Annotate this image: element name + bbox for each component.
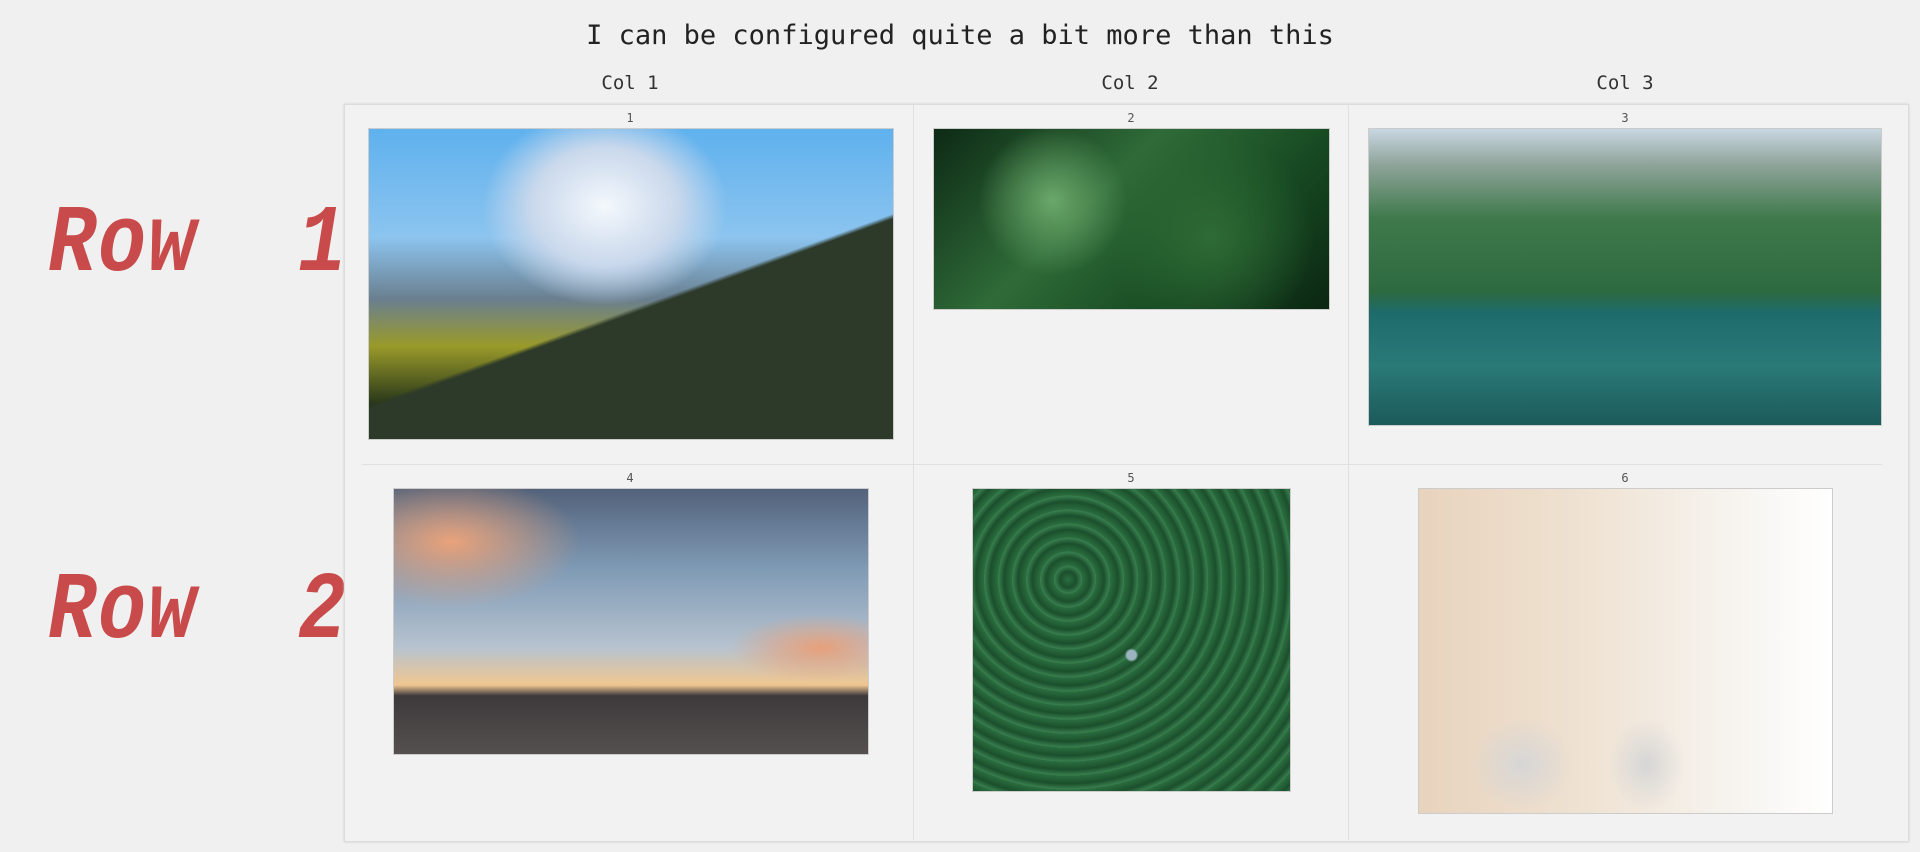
page-title: I can be configured quite a bit more tha… xyxy=(586,20,1334,51)
column-header-2: Col 2 xyxy=(1101,72,1159,94)
cell-number: 4 xyxy=(626,471,634,485)
sunset-sea-image xyxy=(393,488,869,755)
mountain-lake-image xyxy=(1368,128,1882,426)
cell-number: 3 xyxy=(1621,111,1629,125)
mountain-road-image xyxy=(368,128,894,440)
cell-number: 2 xyxy=(1127,111,1135,125)
row-label-1: Row 1 xyxy=(48,190,349,301)
cell-number: 1 xyxy=(626,111,634,125)
column-header-3: Col 3 xyxy=(1596,72,1654,94)
jungle-leaves-image xyxy=(933,128,1330,310)
column-divider xyxy=(1348,104,1349,840)
plane-in-forest-image xyxy=(972,488,1291,792)
column-header-1: Col 1 xyxy=(601,72,659,94)
cell-number: 6 xyxy=(1621,471,1629,485)
row-label-2: Row 2 xyxy=(48,557,349,668)
office-interior-image xyxy=(1418,488,1833,814)
row-divider xyxy=(362,464,1882,465)
column-divider xyxy=(913,104,914,840)
cell-number: 5 xyxy=(1127,471,1135,485)
